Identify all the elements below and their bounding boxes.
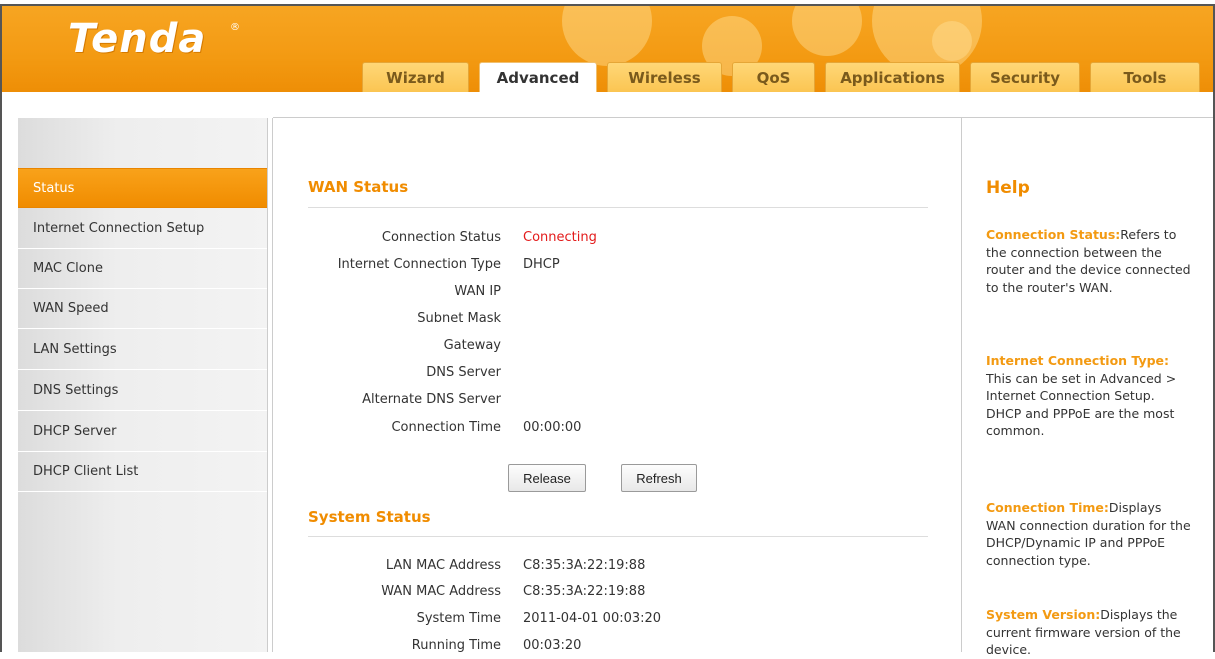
row-label: Internet Connection Type [337,257,501,272]
wan-row: Alternate DNS Server [273,392,953,412]
help-keyword: Internet Connection Type: [986,353,1170,368]
tab-qos[interactable]: QoS [732,62,815,92]
row-value: DHCP [523,257,560,272]
sidebar-item-dhcp-server[interactable]: DHCP Server [18,412,267,452]
help-block: Connection Status:Refers to the connecti… [986,226,1191,296]
wan-row: Connection Status Connecting [273,230,953,250]
registered-mark: ® [230,22,240,33]
row-label: WAN MAC Address [381,584,501,599]
release-button[interactable]: Release [508,464,586,492]
help-block: System Version:Displays the current firm… [986,606,1191,659]
wan-row: Internet Connection Type DHCP [273,257,953,277]
tab-wireless[interactable]: Wireless [607,62,722,92]
tab-tools[interactable]: Tools [1090,62,1200,92]
help-keyword: Connection Time: [986,500,1109,515]
row-label: Subnet Mask [417,311,501,326]
sidebar-item-mac-clone[interactable]: MAC Clone [18,249,267,289]
system-row: WAN MAC Address C8:35:3A:22:19:88 [273,584,953,604]
refresh-button[interactable]: Refresh [621,464,697,492]
row-value: 00:03:20 [523,638,582,653]
connection-status-value: Connecting [523,230,597,245]
row-label: Gateway [443,338,501,353]
tab-applications[interactable]: Applications [825,62,960,92]
help-text: This can be set in Advanced > Internet C… [986,370,1177,439]
row-label: System Time [416,611,501,626]
window-left-border [0,6,2,652]
sidebar-item-lan-settings[interactable]: LAN Settings [18,330,267,370]
wan-status-rule [308,207,928,208]
system-row: Running Time 00:03:20 [273,638,953,658]
help-keyword: System Version: [986,607,1101,622]
row-label: DNS Server [426,365,501,380]
sidebar: Status Internet Connection Setup MAC Clo… [18,118,267,652]
header-bar: Tenda ® Wizard Advanced Wireless QoS App… [2,6,1213,92]
tab-wizard[interactable]: Wizard [362,62,469,92]
help-title: Help [986,178,1030,198]
tab-advanced[interactable]: Advanced [479,62,597,92]
main-content: WAN Status Connection Status Connecting … [273,118,961,653]
system-status-title: System Status [308,508,431,526]
system-status-rule [308,536,928,537]
row-label: Alternate DNS Server [362,392,501,407]
row-value: C8:35:3A:22:19:88 [523,558,646,573]
row-value: 00:00:00 [523,420,582,435]
wan-row: WAN IP [273,284,953,304]
tenda-logo: Tenda [68,16,207,62]
system-row: System Time 2011-04-01 00:03:20 [273,611,953,631]
row-value: C8:35:3A:22:19:88 [523,584,646,599]
wan-row: Subnet Mask [273,311,953,331]
help-block: Internet Connection Type: This can be set… [986,352,1191,440]
row-label: LAN MAC Address [385,558,501,573]
sidebar-item-wan-speed[interactable]: WAN Speed [18,289,267,329]
sidebar-item-dhcp-client-list[interactable]: DHCP Client List [18,452,267,492]
wan-row: Gateway [273,338,953,358]
wan-row: Connection Time 00:00:00 [273,420,953,440]
help-panel: Help Connection Status:Refers to the con… [962,118,1211,657]
system-row: LAN MAC Address C8:35:3A:22:19:88 [273,558,953,578]
sidebar-item-internet-connection-setup[interactable]: Internet Connection Setup [18,209,267,249]
help-keyword: Connection Status: [986,227,1121,242]
decor-bubble [792,6,862,56]
row-label: Running Time [411,638,501,653]
tab-security[interactable]: Security [970,62,1080,92]
sidebar-item-dns-settings[interactable]: DNS Settings [18,371,267,411]
row-label: Connection Time [391,420,501,435]
row-value: 2011-04-01 00:03:20 [523,611,662,626]
row-label: Connection Status [381,230,501,245]
header-bottom-strip [2,92,1213,96]
decor-bubble [562,6,652,66]
wan-row: DNS Server [273,365,953,385]
decor-bubble [932,21,972,61]
wan-status-title: WAN Status [308,178,409,196]
sidebar-divider [267,118,268,652]
row-label: WAN IP [454,284,501,299]
sidebar-item-status[interactable]: Status [18,168,267,208]
help-block: Connection Time:Displays WAN connection … [986,499,1191,569]
